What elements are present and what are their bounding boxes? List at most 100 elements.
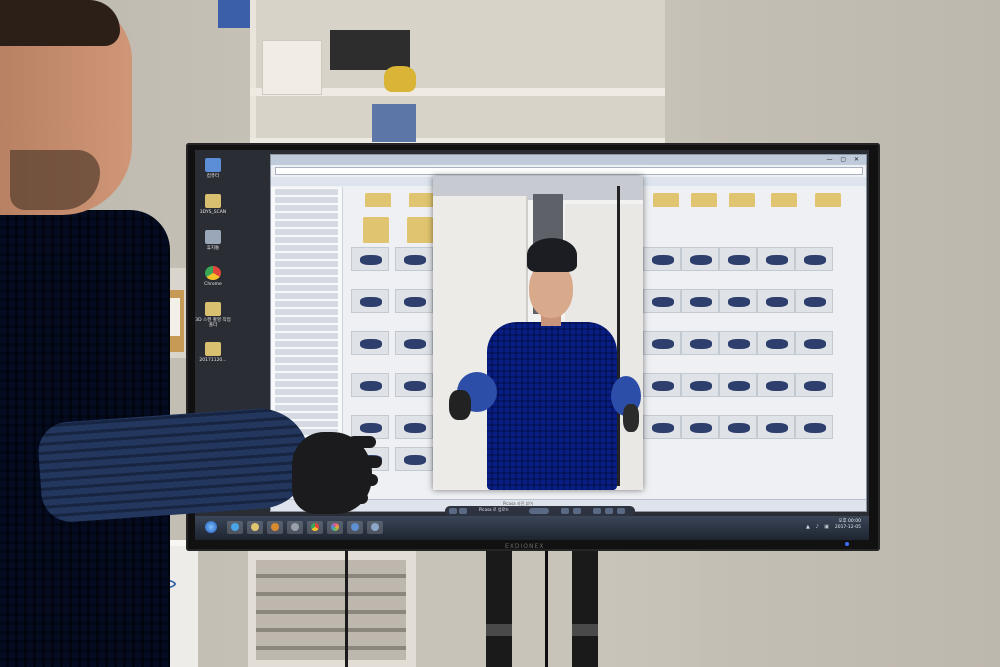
photo-thumbnail[interactable] [795, 415, 833, 439]
photo-thumbnail[interactable] [643, 373, 681, 397]
upload-label[interactable]: Picasa 로 업로드 [479, 507, 509, 513]
nav-item[interactable] [275, 397, 338, 403]
nav-item[interactable] [275, 381, 338, 387]
delete-button[interactable] [617, 508, 625, 514]
nav-item[interactable] [275, 189, 338, 195]
nav-item[interactable] [275, 213, 338, 219]
photo-thumbnail[interactable] [719, 415, 757, 439]
rotate-left-button[interactable] [561, 508, 569, 514]
folder-icon[interactable] [729, 193, 755, 207]
nav-item[interactable] [275, 293, 338, 299]
desktop-icon-computer[interactable]: 컴퓨터 [195, 158, 231, 179]
nav-item[interactable] [275, 333, 338, 339]
photo-thumbnail[interactable] [757, 289, 795, 313]
nav-item[interactable] [275, 237, 338, 243]
photo-thumbnail[interactable] [681, 289, 719, 313]
photo-thumbnail[interactable] [395, 247, 433, 271]
photo-thumbnail[interactable] [795, 289, 833, 313]
nav-item[interactable] [275, 197, 338, 203]
photo-thumbnail[interactable] [395, 289, 433, 313]
photo-thumbnail[interactable] [643, 415, 681, 439]
photo-thumbnail[interactable] [681, 247, 719, 271]
folder-icon[interactable] [771, 193, 797, 207]
window-controls[interactable]: — ▢ ✕ [826, 156, 862, 163]
folder-icon[interactable] [363, 217, 389, 243]
photo-thumbnail[interactable] [757, 373, 795, 397]
photo-thumbnail[interactable] [643, 247, 681, 271]
photo-thumbnail[interactable] [681, 373, 719, 397]
photo-thumbnail[interactable] [719, 247, 757, 271]
nav-item[interactable] [275, 405, 338, 411]
photo-thumbnail[interactable] [795, 373, 833, 397]
nav-item[interactable] [275, 357, 338, 363]
photo-thumbnail[interactable] [351, 289, 389, 313]
nav-item[interactable] [275, 389, 338, 395]
start-button[interactable] [205, 521, 217, 533]
system-tray-icons[interactable]: ▲ ♪ ▣ [806, 524, 831, 530]
desktop-icon-scan-work-folder[interactable]: 3D 스캔 촬영 작업 폴더 [195, 302, 231, 328]
nav-item[interactable] [275, 205, 338, 211]
taskbar-app-media[interactable] [267, 521, 283, 534]
nav-item[interactable] [275, 285, 338, 291]
taskbar-app-picasa[interactable] [327, 521, 343, 534]
taskbar-app-chrome[interactable] [307, 521, 323, 534]
desktop-icon-recycle-bin[interactable]: 휴지통 [195, 230, 231, 251]
desktop-icon-date-folder[interactable]: 20171120... [195, 342, 231, 363]
photo-thumbnail[interactable] [643, 289, 681, 313]
photo-thumbnail[interactable] [395, 373, 433, 397]
zoom-button[interactable] [593, 508, 601, 514]
nav-item[interactable] [275, 229, 338, 235]
photo-thumbnail[interactable] [395, 447, 433, 471]
photo-thumbnail[interactable] [719, 331, 757, 355]
photo-thumbnail[interactable] [351, 247, 389, 271]
photo-thumbnail[interactable] [757, 331, 795, 355]
next-button[interactable] [459, 508, 467, 514]
nav-item[interactable] [275, 253, 338, 259]
address-bar[interactable] [275, 167, 863, 175]
taskbar-app-ie[interactable] [227, 521, 243, 534]
nav-item[interactable] [275, 277, 338, 283]
nav-item[interactable] [275, 365, 338, 371]
taskbar-app-scanner[interactable] [367, 521, 383, 534]
folder-icon[interactable] [691, 193, 717, 207]
nav-item[interactable] [275, 301, 338, 307]
photo-thumbnail[interactable] [351, 331, 389, 355]
photo-thumbnail[interactable] [719, 289, 757, 313]
photo-thumbnail[interactable] [681, 331, 719, 355]
folder-icon[interactable] [407, 217, 433, 243]
nav-item[interactable] [275, 221, 338, 227]
previous-button[interactable] [449, 508, 457, 514]
play-slideshow-button[interactable] [529, 508, 549, 514]
nav-item[interactable] [275, 317, 338, 323]
window-titlebar[interactable]: — ▢ ✕ [271, 155, 866, 165]
nav-item[interactable] [275, 245, 338, 251]
taskbar-clock[interactable]: 오후 00:00 2017-12-05 [835, 519, 861, 531]
folder-icon[interactable] [815, 193, 841, 207]
nav-item[interactable] [275, 309, 338, 315]
nav-item[interactable] [275, 341, 338, 347]
photo-thumbnail[interactable] [395, 331, 433, 355]
folder-icon[interactable] [653, 193, 679, 207]
photo-thumbnail[interactable] [643, 331, 681, 355]
nav-item[interactable] [275, 373, 338, 379]
photo-thumbnail[interactable] [719, 373, 757, 397]
share-button[interactable] [605, 508, 613, 514]
photo-thumbnail[interactable] [795, 331, 833, 355]
viewer-controls-bar[interactable]: Picasa 로 업로드 [445, 506, 635, 516]
photo-thumbnail[interactable] [795, 247, 833, 271]
nav-item[interactable] [275, 269, 338, 275]
desktop-icon-chrome[interactable]: Chrome [195, 266, 231, 287]
photo-thumbnail[interactable] [681, 415, 719, 439]
nav-item[interactable] [275, 261, 338, 267]
taskbar-app-viewer[interactable] [347, 521, 363, 534]
photo-viewer[interactable] [433, 176, 643, 490]
desktop-icon-scan-folder[interactable]: 3DYS_SCAN [195, 194, 231, 215]
nav-item[interactable] [275, 349, 338, 355]
rotate-right-button[interactable] [573, 508, 581, 514]
taskbar-app-camera[interactable] [287, 521, 303, 534]
photo-thumbnail[interactable] [395, 415, 433, 439]
photo-thumbnail[interactable] [351, 373, 389, 397]
folder-icon[interactable] [409, 193, 435, 207]
taskbar-app-explorer[interactable] [247, 521, 263, 534]
photo-thumbnail[interactable] [757, 415, 795, 439]
